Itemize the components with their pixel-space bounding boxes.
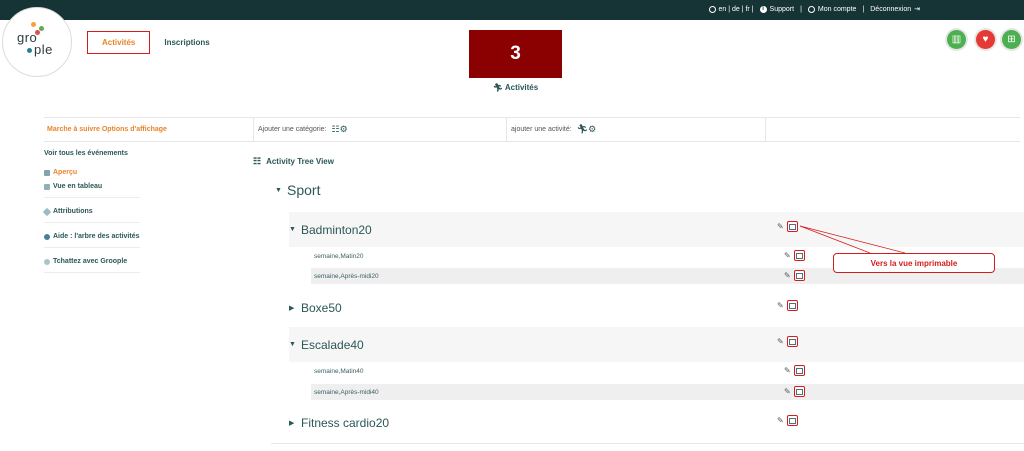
grid-icon[interactable]: ⊞	[1002, 30, 1021, 49]
print-view-button[interactable]	[787, 415, 798, 426]
activity-count-tile[interactable]: 3	[469, 30, 562, 78]
sidebar-item-table-view[interactable]: Vue en tableau	[44, 183, 140, 198]
logo-dot-teal	[27, 48, 32, 53]
edit-pencil-icon[interactable]: ✎	[777, 337, 784, 346]
root-label: Sport	[287, 182, 321, 198]
options-bar: Marche à suivre Options d'affichage Ajou…	[44, 117, 1020, 142]
tree-activity-row[interactable]: ▼ Escalade40	[289, 327, 1024, 362]
activity-name: Fitness cardio20	[301, 415, 390, 430]
logout-icon: ⇥	[914, 6, 920, 13]
help-icon	[44, 233, 50, 240]
session-name: semaine,Après-midi40	[314, 388, 379, 396]
tree-icon	[44, 169, 50, 176]
top-bar: en | de | fr | i Support | Mon compte | …	[0, 0, 1024, 20]
book-icon[interactable]: ▥	[947, 30, 966, 49]
globe-icon	[708, 5, 716, 13]
sidebar-item-label: Aide : l'arbre des activités	[53, 233, 140, 240]
print-view-button[interactable]	[787, 300, 798, 311]
tree-activity-row[interactable]: ▶ Fitness cardio20	[289, 405, 1024, 440]
edit-pencil-icon[interactable]: ✎	[784, 251, 791, 260]
add-category-label: Ajouter une catégorie:	[258, 126, 327, 133]
sidebar-item-label: Tchattez avec Groople	[53, 258, 128, 265]
session-name: semaine,Matin40	[314, 367, 364, 375]
print-view-button[interactable]	[794, 250, 805, 261]
sidebar-item-attributions[interactable]: Attributions	[42, 207, 140, 223]
support-label[interactable]: Support	[770, 6, 795, 13]
edit-pencil-icon[interactable]: ✎	[784, 271, 791, 280]
print-view-button[interactable]	[794, 365, 805, 376]
separator: |	[800, 5, 802, 13]
support-link[interactable]: i Support	[759, 5, 795, 13]
print-view-button[interactable]	[787, 221, 798, 232]
tab-inscriptions[interactable]: Inscriptions	[164, 32, 223, 53]
caret-down-icon[interactable]: ▼	[289, 226, 296, 233]
tree-session-row[interactable]: semaine,Après-midi40	[311, 384, 1024, 400]
activity-name: Boxe50	[301, 300, 342, 315]
user-icon	[807, 5, 815, 13]
edit-pencil-icon[interactable]: ✎	[777, 416, 784, 425]
sidebar-item-label: Aperçu	[53, 169, 78, 176]
caret-down-icon[interactable]: ▼	[275, 187, 282, 194]
heart-icon[interactable]: ♥	[976, 30, 995, 49]
sidebar-item-help[interactable]: Aide : l'arbre des activités	[44, 233, 140, 248]
account-label[interactable]: Mon compte	[818, 6, 857, 13]
separator: |	[862, 5, 865, 13]
language-selector[interactable]: en | de | fr |	[708, 5, 754, 13]
view-all-events-link[interactable]: Voir tous les événements	[44, 150, 238, 157]
add-category-icon[interactable]: ☷⚙	[332, 124, 348, 135]
chat-icon	[44, 258, 50, 265]
runner-icon: 🏃︎	[492, 83, 503, 92]
tree-activity-row[interactable]: ▼ Badminton20	[289, 212, 1024, 247]
printable-view-callout: Vers la vue imprimable	[833, 253, 995, 273]
tree-activity-row[interactable]: ▶ Boxe50	[289, 290, 1024, 325]
print-view-button[interactable]	[787, 336, 798, 347]
sidebar-item-label: Attributions	[53, 208, 93, 215]
sidebar-item-chat[interactable]: Tchattez avec Groople	[44, 258, 140, 273]
sidebar-item-apercu[interactable]: Aperçu	[44, 169, 140, 179]
add-activity-icon[interactable]: 🏃︎⚙	[577, 124, 597, 135]
printer-icon	[44, 183, 50, 190]
sitemap-icon: ☷	[253, 156, 262, 166]
session-name: semaine,Après-midi20	[314, 272, 379, 280]
language-label[interactable]: en | de | fr |	[719, 6, 754, 13]
edit-pencil-icon[interactable]: ✎	[784, 387, 791, 396]
activity-count-label: 🏃︎ Activités	[492, 83, 539, 92]
caret-down-icon[interactable]: ▼	[289, 341, 296, 348]
groople-logo[interactable]: gro ple	[2, 7, 72, 77]
divider	[271, 443, 1024, 444]
caret-right-icon[interactable]: ▶	[289, 304, 296, 312]
account-link[interactable]: Mon compte	[807, 5, 857, 13]
add-activity-cell[interactable]: ajouter une activité: 🏃︎⚙	[507, 118, 766, 141]
edit-pencil-icon[interactable]: ✎	[784, 366, 791, 375]
edit-pencil-icon[interactable]: ✎	[777, 301, 784, 310]
logo-dot-orange	[31, 22, 36, 27]
sidebar-item-label: Vue en tableau	[53, 183, 103, 190]
tree-view-title: ☷ Activity Tree View	[253, 156, 334, 166]
steps-options-link[interactable]: Marche à suivre Options d'affichage	[44, 118, 254, 141]
sidebar: Voir tous les événements Aperçu Vue en t…	[42, 150, 238, 283]
logo-text-bottom: ple	[34, 42, 53, 57]
logout-label[interactable]: Déconnexion	[870, 6, 911, 13]
add-category-cell[interactable]: Ajouter une catégorie: ☷⚙	[254, 118, 507, 141]
main-tabs: Activités Inscriptions	[87, 31, 224, 54]
print-view-button[interactable]	[794, 386, 805, 397]
info-icon: i	[759, 5, 767, 13]
print-view-button[interactable]	[794, 270, 805, 281]
add-activity-label: ajouter une activité:	[511, 126, 572, 133]
tag-icon	[42, 207, 52, 216]
edit-pencil-icon[interactable]: ✎	[777, 222, 784, 231]
tree-root-sport[interactable]: ▼ Sport	[275, 182, 320, 198]
activity-name: Badminton20	[301, 222, 372, 237]
logo-dot-green	[39, 26, 44, 31]
session-name: semaine,Matin20	[314, 252, 364, 260]
logout-link[interactable]: Déconnexion ⇥	[870, 5, 920, 14]
tree-session-row[interactable]: semaine,Matin40	[311, 363, 1024, 379]
activity-name: Escalade40	[301, 337, 364, 352]
caret-right-icon[interactable]: ▶	[289, 419, 296, 427]
tab-activites[interactable]: Activités	[87, 31, 151, 54]
